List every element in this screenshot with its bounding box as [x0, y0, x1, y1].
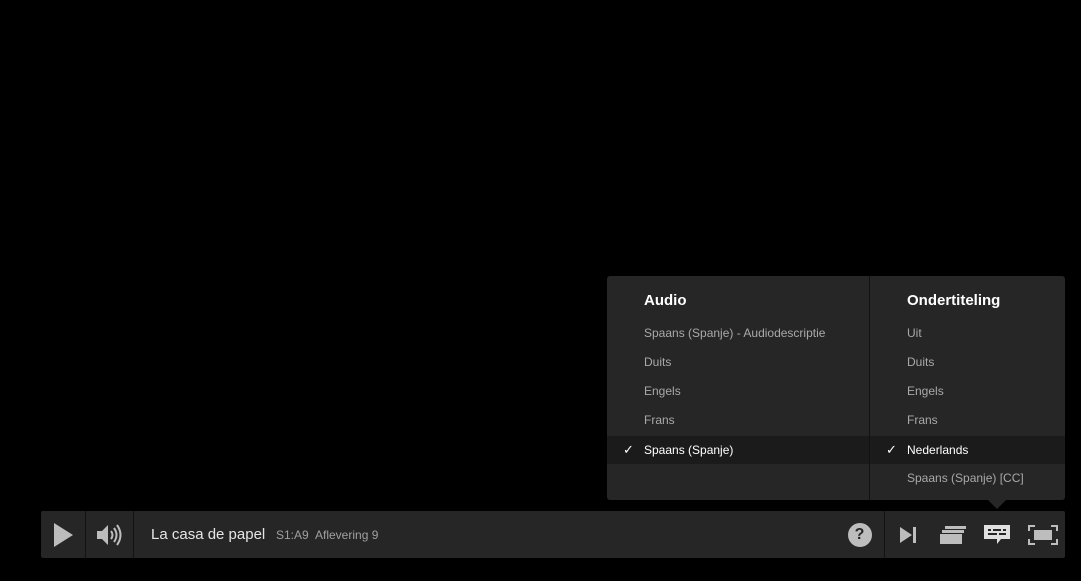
audio-option-selected[interactable]: ✓ Spaans (Spanje) — [607, 436, 869, 464]
audio-heading: Audio — [644, 292, 687, 309]
volume-icon — [96, 523, 121, 546]
show-title: La casa de papel — [151, 526, 266, 543]
audio-subtitles-menu: Audio Spaans (Spanje) - Audiodescriptie … — [607, 276, 1065, 509]
volume-button[interactable] — [86, 511, 133, 558]
subtitle-option-label: Nederlands — [907, 443, 969, 457]
divider — [133, 511, 134, 558]
audio-option[interactable]: Spaans (Spanje) - Audiodescriptie — [607, 319, 869, 347]
control-bar: La casa de papel S1:A9 Aflevering 9 ? — [41, 511, 1065, 558]
audio-option[interactable]: Duits — [607, 348, 869, 376]
popup-arrow — [988, 500, 1006, 509]
check-icon: ✓ — [886, 442, 897, 457]
episodes-icon — [939, 525, 966, 544]
next-episode-icon — [899, 526, 916, 543]
audio-option[interactable]: Engels — [607, 377, 869, 405]
subtitle-option-selected[interactable]: ✓ Nederlands — [870, 436, 1065, 464]
subtitles-icon — [984, 524, 1010, 544]
help-icon: ? — [847, 522, 872, 547]
episodes-button[interactable] — [930, 511, 975, 558]
fullscreen-icon — [1028, 524, 1058, 545]
next-episode-button[interactable] — [885, 511, 930, 558]
subtitle-option-label: Spaans (Spanje) [CC] — [907, 471, 1024, 485]
subtitle-option-label: Engels — [907, 384, 944, 398]
subtitle-option-label: Frans — [907, 413, 938, 427]
audio-option-label: Spaans (Spanje) - Audiodescriptie — [644, 326, 826, 340]
subtitle-option[interactable]: Duits — [870, 348, 1065, 376]
audio-option-label: Engels — [644, 384, 681, 398]
audio-subtitles-button[interactable] — [975, 511, 1019, 558]
subtitle-option-label: Duits — [907, 355, 935, 369]
check-icon: ✓ — [623, 442, 634, 457]
play-button[interactable] — [41, 511, 85, 558]
subtitle-option-label: Uit — [907, 326, 922, 340]
audio-option[interactable]: Frans — [607, 406, 869, 434]
audio-option-label: Spaans (Spanje) — [644, 443, 734, 457]
episode-code: S1:A9 — [276, 528, 309, 542]
help-button[interactable]: ? — [838, 511, 881, 558]
subtitle-option[interactable]: Spaans (Spanje) [CC] — [870, 464, 1065, 492]
subtitle-option[interactable]: Frans — [870, 406, 1065, 434]
subtitle-option[interactable]: Engels — [870, 377, 1065, 405]
subtitle-option[interactable]: Uit — [870, 319, 1065, 347]
audio-option-label: Frans — [644, 413, 675, 427]
fullscreen-button[interactable] — [1021, 511, 1065, 558]
audio-option-label: Duits — [644, 355, 672, 369]
video-player[interactable]: Audio Spaans (Spanje) - Audiodescriptie … — [0, 0, 1081, 581]
subtitles-column: Ondertiteling Uit Duits Engels Frans ✓ N… — [869, 276, 1065, 500]
episode-title: Aflevering 9 — [315, 528, 379, 542]
audio-column: Audio Spaans (Spanje) - Audiodescriptie … — [607, 276, 869, 500]
subtitles-heading: Ondertiteling — [907, 292, 1001, 309]
play-icon — [54, 522, 73, 547]
